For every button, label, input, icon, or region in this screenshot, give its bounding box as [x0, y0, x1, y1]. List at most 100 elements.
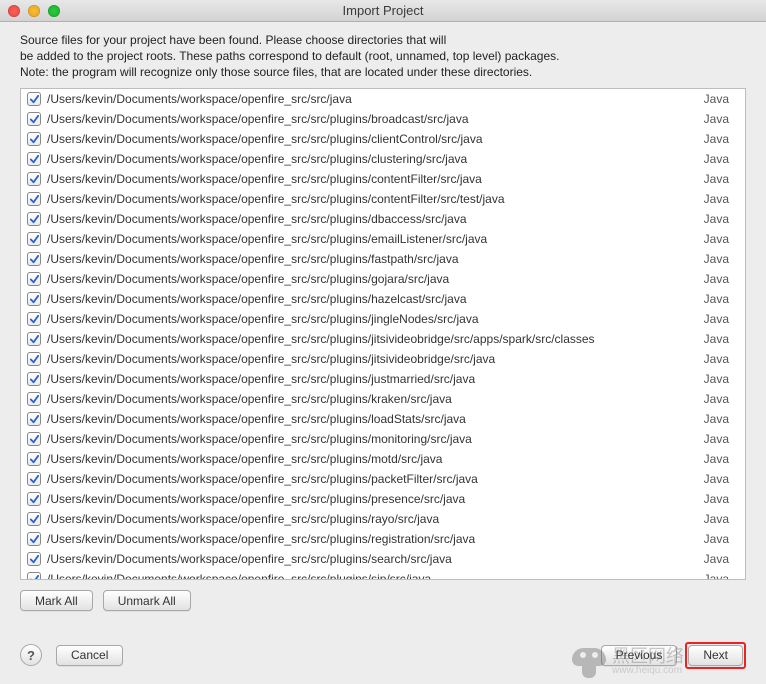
directory-type: Java [698, 132, 739, 146]
checkbox[interactable] [27, 352, 41, 366]
directory-path: /Users/kevin/Documents/workspace/openfir… [47, 452, 698, 466]
directory-type: Java [698, 332, 739, 346]
table-row[interactable]: /Users/kevin/Documents/workspace/openfir… [21, 449, 745, 469]
directory-path: /Users/kevin/Documents/workspace/openfir… [47, 252, 698, 266]
table-row[interactable]: /Users/kevin/Documents/workspace/openfir… [21, 169, 745, 189]
checkbox[interactable] [27, 212, 41, 226]
checkbox[interactable] [27, 172, 41, 186]
window-controls [8, 5, 60, 17]
bottom-bar: ? Cancel Previous Next [0, 636, 766, 684]
table-row[interactable]: /Users/kevin/Documents/workspace/openfir… [21, 209, 745, 229]
table-row[interactable]: /Users/kevin/Documents/workspace/openfir… [21, 569, 745, 580]
table-row[interactable]: /Users/kevin/Documents/workspace/openfir… [21, 89, 745, 109]
directory-path: /Users/kevin/Documents/workspace/openfir… [47, 332, 698, 346]
directory-path: /Users/kevin/Documents/workspace/openfir… [47, 532, 698, 546]
table-row[interactable]: /Users/kevin/Documents/workspace/openfir… [21, 109, 745, 129]
table-row[interactable]: /Users/kevin/Documents/workspace/openfir… [21, 149, 745, 169]
directory-path: /Users/kevin/Documents/workspace/openfir… [47, 512, 698, 526]
table-row[interactable]: /Users/kevin/Documents/workspace/openfir… [21, 309, 745, 329]
close-icon[interactable] [8, 5, 20, 17]
directory-path: /Users/kevin/Documents/workspace/openfir… [47, 232, 698, 246]
directory-type: Java [698, 372, 739, 386]
table-row[interactable]: /Users/kevin/Documents/workspace/openfir… [21, 529, 745, 549]
directory-type: Java [698, 292, 739, 306]
directory-type: Java [698, 252, 739, 266]
checkbox[interactable] [27, 432, 41, 446]
directory-path: /Users/kevin/Documents/workspace/openfir… [47, 172, 698, 186]
table-row[interactable]: /Users/kevin/Documents/workspace/openfir… [21, 469, 745, 489]
directory-type: Java [698, 212, 739, 226]
directory-path: /Users/kevin/Documents/workspace/openfir… [47, 272, 698, 286]
table-row[interactable]: /Users/kevin/Documents/workspace/openfir… [21, 269, 745, 289]
checkbox[interactable] [27, 252, 41, 266]
checkbox[interactable] [27, 332, 41, 346]
titlebar: Import Project [0, 0, 766, 22]
table-row[interactable]: /Users/kevin/Documents/workspace/openfir… [21, 369, 745, 389]
directory-type: Java [698, 452, 739, 466]
unmark-all-button[interactable]: Unmark All [103, 590, 191, 611]
table-row[interactable]: /Users/kevin/Documents/workspace/openfir… [21, 389, 745, 409]
window-title: Import Project [0, 3, 766, 18]
table-row[interactable]: /Users/kevin/Documents/workspace/openfir… [21, 489, 745, 509]
directory-type: Java [698, 172, 739, 186]
description-line: be added to the project roots. These pat… [20, 48, 746, 64]
table-row[interactable]: /Users/kevin/Documents/workspace/openfir… [21, 409, 745, 429]
minimize-icon[interactable] [28, 5, 40, 17]
checkbox[interactable] [27, 152, 41, 166]
directory-type: Java [698, 512, 739, 526]
directory-type: Java [698, 192, 739, 206]
directory-type: Java [698, 472, 739, 486]
table-row[interactable]: /Users/kevin/Documents/workspace/openfir… [21, 249, 745, 269]
directory-type: Java [698, 272, 739, 286]
table-row[interactable]: /Users/kevin/Documents/workspace/openfir… [21, 289, 745, 309]
checkbox[interactable] [27, 92, 41, 106]
directory-type: Java [698, 112, 739, 126]
directory-path: /Users/kevin/Documents/workspace/openfir… [47, 132, 698, 146]
help-button[interactable]: ? [20, 644, 42, 666]
checkbox[interactable] [27, 192, 41, 206]
table-row[interactable]: /Users/kevin/Documents/workspace/openfir… [21, 549, 745, 569]
checkbox[interactable] [27, 412, 41, 426]
checkbox[interactable] [27, 572, 41, 580]
checkbox[interactable] [27, 312, 41, 326]
table-row[interactable]: /Users/kevin/Documents/workspace/openfir… [21, 429, 745, 449]
checkbox[interactable] [27, 492, 41, 506]
checkbox[interactable] [27, 132, 41, 146]
table-row[interactable]: /Users/kevin/Documents/workspace/openfir… [21, 349, 745, 369]
next-highlight: Next [685, 642, 746, 669]
previous-button[interactable]: Previous [601, 645, 678, 666]
mark-all-button[interactable]: Mark All [20, 590, 93, 611]
directory-type: Java [698, 232, 739, 246]
next-button[interactable]: Next [688, 645, 743, 666]
directory-type: Java [698, 552, 739, 566]
table-row[interactable]: /Users/kevin/Documents/workspace/openfir… [21, 189, 745, 209]
checkbox[interactable] [27, 392, 41, 406]
directory-path: /Users/kevin/Documents/workspace/openfir… [47, 572, 698, 580]
directory-path: /Users/kevin/Documents/workspace/openfir… [47, 372, 698, 386]
checkbox[interactable] [27, 372, 41, 386]
table-row[interactable]: /Users/kevin/Documents/workspace/openfir… [21, 329, 745, 349]
directory-path: /Users/kevin/Documents/workspace/openfir… [47, 552, 698, 566]
directory-path: /Users/kevin/Documents/workspace/openfir… [47, 212, 698, 226]
directory-path: /Users/kevin/Documents/workspace/openfir… [47, 112, 698, 126]
directory-path: /Users/kevin/Documents/workspace/openfir… [47, 392, 698, 406]
table-row[interactable]: /Users/kevin/Documents/workspace/openfir… [21, 229, 745, 249]
checkbox[interactable] [27, 452, 41, 466]
table-row[interactable]: /Users/kevin/Documents/workspace/openfir… [21, 509, 745, 529]
checkbox[interactable] [27, 272, 41, 286]
checkbox[interactable] [27, 292, 41, 306]
mark-buttons-row: Mark All Unmark All [20, 590, 746, 611]
checkbox[interactable] [27, 552, 41, 566]
directory-path: /Users/kevin/Documents/workspace/openfir… [47, 152, 698, 166]
zoom-icon[interactable] [48, 5, 60, 17]
source-directories-list[interactable]: /Users/kevin/Documents/workspace/openfir… [20, 88, 746, 580]
checkbox[interactable] [27, 532, 41, 546]
table-row[interactable]: /Users/kevin/Documents/workspace/openfir… [21, 129, 745, 149]
directory-type: Java [698, 412, 739, 426]
directory-path: /Users/kevin/Documents/workspace/openfir… [47, 192, 698, 206]
checkbox[interactable] [27, 112, 41, 126]
checkbox[interactable] [27, 512, 41, 526]
cancel-button[interactable]: Cancel [56, 645, 123, 666]
checkbox[interactable] [27, 232, 41, 246]
checkbox[interactable] [27, 472, 41, 486]
